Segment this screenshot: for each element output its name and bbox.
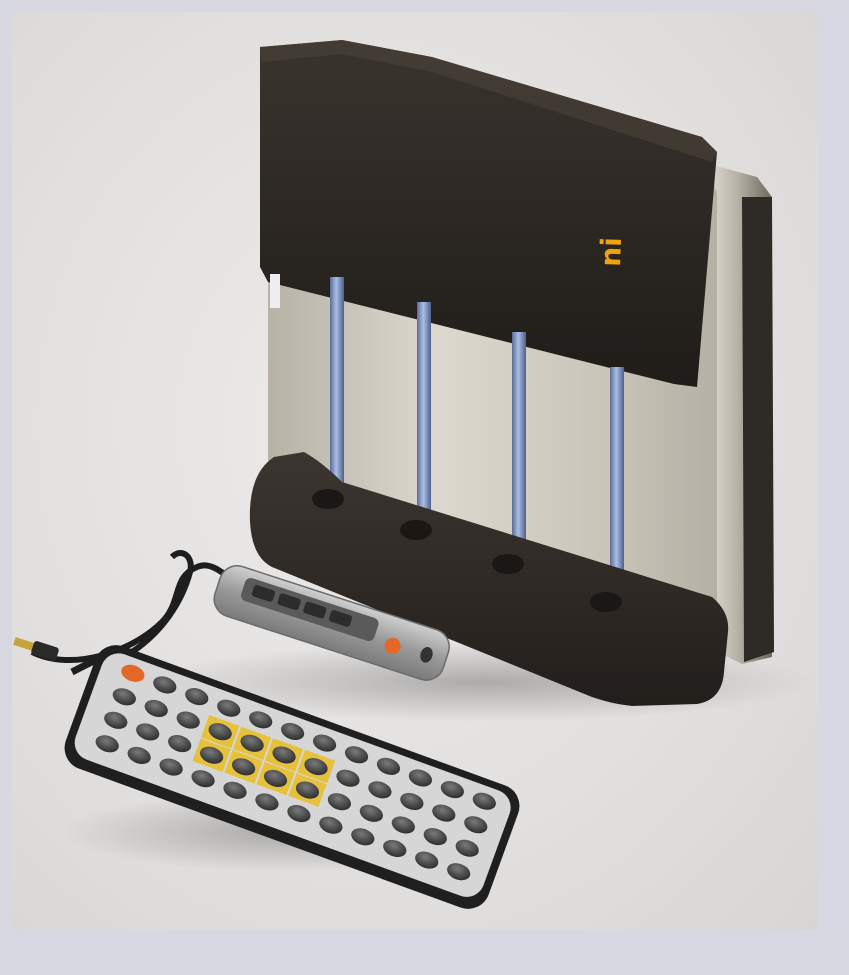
- support-rod-3: [512, 332, 526, 560]
- support-rod-2: [417, 302, 431, 527]
- base-socket-1: [312, 489, 344, 509]
- brand-logo: ni: [594, 237, 628, 268]
- base-socket-2: [400, 520, 432, 540]
- base-socket-4: [590, 592, 622, 612]
- product-illustration: ni: [13, 40, 812, 909]
- support-rod-1: [330, 277, 344, 497]
- product-photo: ni: [12, 12, 818, 930]
- base-socket-3: [492, 554, 524, 574]
- device-side-tab: [270, 274, 280, 308]
- support-rod-4: [610, 367, 624, 599]
- device-side-dark: [742, 197, 774, 662]
- photo-frame: ni: [0, 0, 849, 975]
